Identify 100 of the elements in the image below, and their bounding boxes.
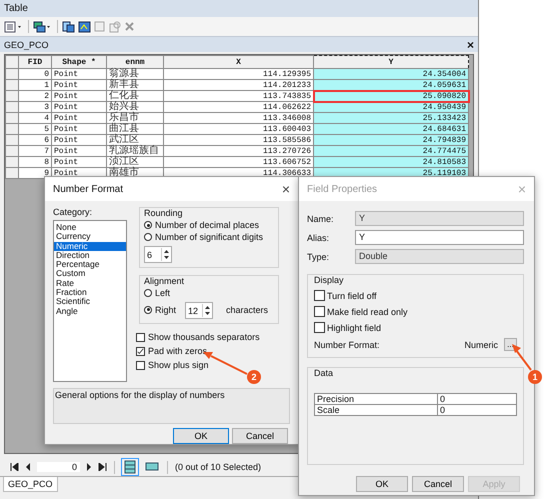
table-cell: 113.346008 <box>164 112 314 124</box>
table-cell: 翁源县 <box>106 68 164 80</box>
input-field[interactable]: Y <box>355 211 524 226</box>
radio-button[interactable] <box>144 221 152 229</box>
category-item[interactable]: Custom <box>54 269 126 279</box>
spin-arrows-icon[interactable] <box>202 304 212 317</box>
show-all-records-icon[interactable] <box>122 459 138 475</box>
column-header[interactable]: Shape * <box>52 56 106 68</box>
radio-button[interactable] <box>144 306 152 314</box>
category-item[interactable]: Direction <box>54 250 126 260</box>
column-header[interactable]: FID <box>18 56 52 68</box>
checkbox[interactable] <box>314 306 325 317</box>
category-item[interactable]: Percentage <box>54 260 126 270</box>
checkbox-label: Show thousands separators <box>148 332 260 342</box>
row-selector[interactable] <box>6 168 18 178</box>
group-title: Rounding <box>144 208 184 218</box>
radio-button[interactable] <box>144 289 152 297</box>
table-cell: 114.201233 <box>164 80 314 90</box>
table-cell: 25.090820 <box>314 90 468 102</box>
checkbox[interactable] <box>136 332 145 342</box>
table-cell: 仁化县 <box>106 90 164 102</box>
spin-arrows-icon[interactable] <box>161 248 171 261</box>
delete-icon[interactable] <box>124 21 135 32</box>
select-by-attributes-icon[interactable] <box>62 20 75 32</box>
unit-label: characters <box>226 304 268 314</box>
spin-field[interactable]: 6 <box>144 246 172 263</box>
table-tab-title: GEO_PCO <box>4 40 49 50</box>
close-button[interactable]: × <box>282 181 290 197</box>
dialog-button[interactable]: OK <box>356 476 408 492</box>
category-item[interactable]: Currency <box>54 232 126 242</box>
property-value[interactable]: 0 <box>438 404 516 416</box>
property-name: Precision <box>314 394 438 404</box>
related-tables-icon[interactable] <box>33 20 53 32</box>
table-cell: 武江区 <box>106 134 164 146</box>
table-cell: 乳源瑶族自 <box>106 146 164 156</box>
checkbox-label: Pad with zeros <box>148 346 208 356</box>
row-selector[interactable] <box>6 134 18 146</box>
input-field[interactable]: Y <box>355 230 524 245</box>
category-item[interactable]: Numeric <box>54 242 126 251</box>
close-button[interactable]: × <box>466 38 474 52</box>
spin-field[interactable]: 12 <box>185 302 214 319</box>
dialog-title: Field Properties <box>307 184 378 194</box>
table-cell: 113.606752 <box>164 156 314 168</box>
show-selected-records-icon[interactable] <box>144 461 160 473</box>
table-cell: 始兴县 <box>106 102 164 112</box>
row-selector[interactable] <box>6 124 18 134</box>
category-item[interactable]: Angle <box>54 306 126 316</box>
row-selector[interactable] <box>6 80 18 90</box>
table-cell: 113.600403 <box>164 124 314 134</box>
column-header[interactable]: Y <box>314 56 468 68</box>
row-selector[interactable] <box>6 112 18 124</box>
table-cell: 113.270726 <box>164 146 314 156</box>
property-value[interactable]: 0 <box>438 394 516 404</box>
field-label: Name: <box>307 214 335 224</box>
table-cell: 24.774475 <box>314 146 468 156</box>
table-options-icon[interactable] <box>4 20 24 32</box>
selection-status: (0 out of 10 Selected) <box>175 462 262 472</box>
checkbox-label: Show plus sign <box>148 360 209 370</box>
dialog-button[interactable]: Cancel <box>412 476 464 492</box>
column-header[interactable]: X <box>164 56 314 68</box>
row-selector[interactable] <box>6 156 18 168</box>
category-item[interactable]: Rate <box>54 278 126 288</box>
table-cell: 24.794839 <box>314 134 468 146</box>
first-record-icon[interactable] <box>10 463 19 471</box>
checkbox-label: Highlight field <box>327 322 382 332</box>
checkbox[interactable] <box>136 346 145 356</box>
checkbox[interactable] <box>314 322 325 333</box>
table-cell: 曲江县 <box>106 124 164 134</box>
last-record-icon[interactable] <box>98 463 107 471</box>
table-cell: 24.354004 <box>314 68 468 80</box>
table-cell: 24.684631 <box>314 124 468 134</box>
input-field[interactable]: Double <box>355 249 524 264</box>
group-title: Alignment <box>144 276 186 286</box>
table-cell: 114.129395 <box>164 68 314 80</box>
row-selector[interactable] <box>6 102 18 112</box>
table-tab[interactable]: GEO_PCO <box>3 477 58 492</box>
property-name: Scale <box>314 404 438 416</box>
table-cell: 新丰县 <box>106 80 164 90</box>
dialog-title: Number Format <box>53 184 124 194</box>
checkbox[interactable] <box>136 360 145 370</box>
dialog-button[interactable]: Cancel <box>232 428 288 444</box>
row-selector[interactable] <box>6 146 18 156</box>
switch-selection-icon[interactable] <box>78 20 91 32</box>
window-title: Table <box>0 0 478 17</box>
row-selector[interactable] <box>6 90 18 102</box>
category-item[interactable]: Fraction <box>54 288 126 298</box>
previous-record-icon[interactable] <box>25 463 31 471</box>
column-header[interactable]: ennm <box>106 56 164 68</box>
radio-label: Number of decimal places <box>155 220 260 230</box>
radio-label: Right <box>155 304 176 314</box>
radio-button[interactable] <box>144 233 152 241</box>
number-format-label: Number Format: <box>314 340 380 350</box>
record-field[interactable]: 0 <box>37 462 80 472</box>
row-selector[interactable] <box>6 68 18 80</box>
category-item[interactable]: None <box>54 223 126 232</box>
dialog-button[interactable]: OK <box>173 428 229 444</box>
checkbox[interactable] <box>314 290 325 301</box>
category-label: Category: <box>53 207 94 217</box>
category-item[interactable]: Scientific <box>54 297 126 307</box>
next-record-icon[interactable] <box>86 463 92 471</box>
